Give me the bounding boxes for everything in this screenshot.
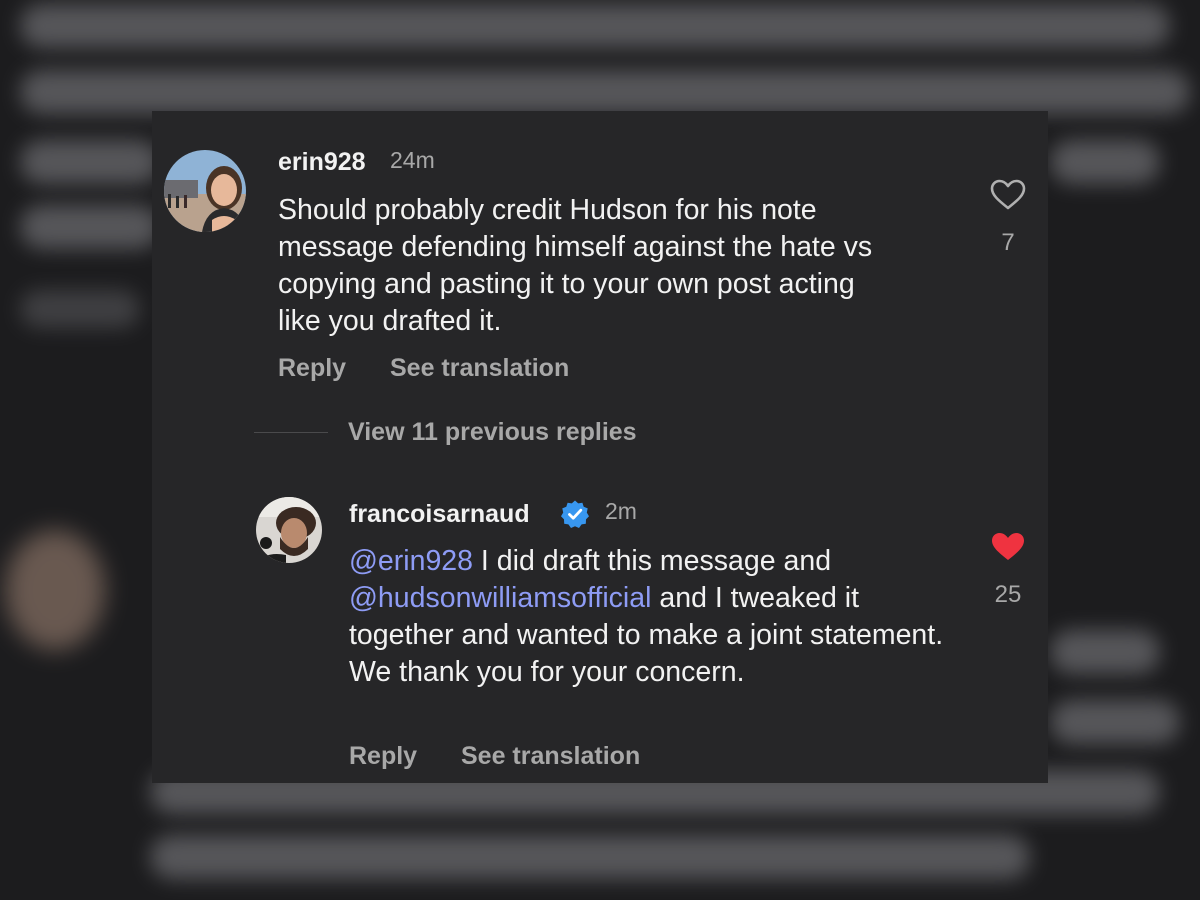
comment-text: Should probably credit Hudson for his no… — [278, 194, 873, 337]
comment-text: @erin928 I did draft this message and @h… — [349, 543, 949, 691]
mention-hudsonwilliamsofficial[interactable]: @hudsonwilliamsofficial — [349, 582, 651, 614]
comment-username[interactable]: francoisarnaud — [349, 500, 530, 529]
heart-outline-icon[interactable] — [990, 179, 1026, 216]
comment-timestamp: 2m — [605, 498, 637, 524]
like-count: 25 — [994, 581, 1022, 608]
comment-text-part: I did draft this message and — [473, 545, 832, 577]
like-count: 7 — [1001, 229, 1015, 256]
comment-username[interactable]: erin928 — [278, 148, 366, 177]
see-translation-button[interactable]: See translation — [461, 742, 640, 771]
see-translation-button[interactable]: See translation — [390, 354, 569, 383]
comment-timestamp: 24m — [390, 147, 435, 173]
mention-erin928[interactable]: @erin928 — [349, 545, 473, 577]
thread-divider — [254, 432, 328, 433]
heart-filled-icon[interactable] — [990, 531, 1026, 568]
reply-button[interactable]: Reply — [349, 742, 417, 771]
reply-button[interactable]: Reply — [278, 354, 346, 383]
avatar[interactable] — [164, 150, 246, 232]
comments-panel: erin928 24m Should probably credit Hudso… — [152, 111, 1048, 783]
verified-badge-icon — [560, 499, 590, 534]
view-previous-replies-button[interactable]: View 11 previous replies — [348, 418, 637, 447]
avatar[interactable] — [256, 497, 322, 563]
